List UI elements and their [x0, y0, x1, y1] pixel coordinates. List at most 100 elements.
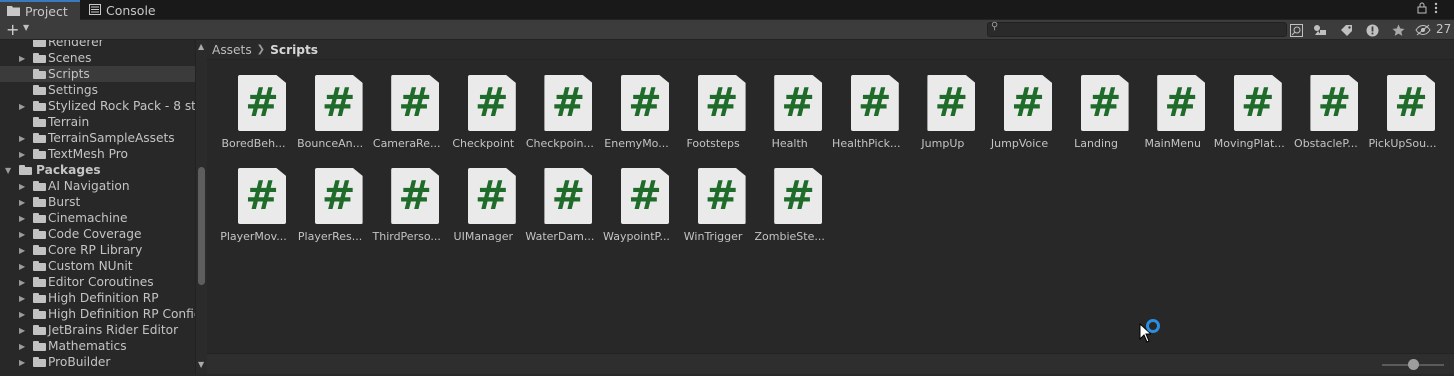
- tree-item-label: Burst: [48, 195, 81, 209]
- tree-item[interactable]: Renderer: [0, 40, 195, 50]
- collapse-arrow-icon[interactable]: ▶: [19, 342, 25, 351]
- tree-item[interactable]: ▶ Core RP Library: [0, 242, 195, 258]
- csharp-script-icon: #: [544, 75, 593, 131]
- tree-item[interactable]: Settings: [0, 82, 195, 98]
- asset-item[interactable]: # MovingPlat...: [1211, 60, 1288, 152]
- asset-item[interactable]: # JumpVoice: [981, 60, 1058, 152]
- csharp-script-icon: #: [697, 168, 746, 224]
- collapse-arrow-icon[interactable]: ▶: [19, 54, 25, 63]
- asset-item[interactable]: # UIManager: [445, 153, 522, 245]
- tree-item[interactable]: ▶ Mathematics: [0, 338, 195, 354]
- scroll-down-icon[interactable]: ▼: [198, 360, 204, 369]
- lock-icon[interactable]: [1417, 2, 1427, 17]
- asset-name: HealthPick...: [832, 137, 901, 150]
- folder-icon: [33, 69, 46, 79]
- collapse-arrow-icon[interactable]: ▶: [19, 262, 25, 271]
- csharp-script-icon: #: [850, 75, 899, 131]
- asset-item[interactable]: # MainMenu: [1134, 60, 1211, 152]
- asset-item[interactable]: # Checkpoint: [445, 60, 522, 152]
- tree-item[interactable]: ▶ Code Coverage: [0, 226, 195, 242]
- tree-item[interactable]: ▶ TextMesh Pro: [0, 146, 195, 162]
- collapse-arrow-icon[interactable]: ▶: [19, 102, 25, 111]
- folder-icon: [33, 213, 46, 223]
- asset-item[interactable]: # HealthPick...: [828, 60, 905, 152]
- csharp-script-icon: #: [467, 75, 516, 131]
- tree-item[interactable]: ▶ Custom NUnit: [0, 258, 195, 274]
- collapse-arrow-icon[interactable]: ▶: [19, 310, 25, 319]
- tree-item-label: Mathematics: [48, 339, 127, 353]
- folder-icon: [33, 197, 46, 207]
- search-input[interactable]: ⚲: [987, 21, 1287, 37]
- asset-item[interactable]: # Health: [751, 60, 828, 152]
- log-types-icon[interactable]: [1362, 21, 1382, 39]
- scroll-up-icon[interactable]: ▲: [198, 42, 204, 51]
- tree-item[interactable]: ▶ ProBuilder: [0, 354, 195, 370]
- collapse-arrow-icon[interactable]: ▶: [19, 294, 25, 303]
- tree-item[interactable]: ▶ Cinemachine: [0, 210, 195, 226]
- chevron-right-icon: ❯: [256, 44, 266, 55]
- asset-item[interactable]: # Checkpoin...: [521, 60, 598, 152]
- asset-item[interactable]: # PlayerRes...: [292, 153, 369, 245]
- favorite-star-icon[interactable]: [1388, 21, 1408, 39]
- asset-item[interactable]: # BoredBeh...: [215, 60, 292, 152]
- breadcrumb-assets[interactable]: Assets: [212, 43, 252, 57]
- tree-item-label: Editor Coroutines: [48, 275, 154, 289]
- breadcrumb-scripts[interactable]: Scripts: [270, 43, 318, 57]
- folder-icon: [33, 325, 46, 335]
- icon-size-slider-knob[interactable]: [1408, 359, 1419, 370]
- tree-item[interactable]: Terrain: [0, 114, 195, 130]
- asset-item[interactable]: # ThirdPerso...: [368, 153, 445, 245]
- tree-item[interactable]: ▶ AI Navigation: [0, 178, 195, 194]
- asset-item[interactable]: # PlayerMov...: [215, 153, 292, 245]
- tab-project[interactable]: Project: [0, 0, 80, 20]
- asset-item[interactable]: # CameraRe...: [368, 60, 445, 152]
- asset-item[interactable]: # WaypointP...: [598, 153, 675, 245]
- tree-item[interactable]: ▶ TerrainSampleAssets: [0, 130, 195, 146]
- chevron-down-icon[interactable]: ▼: [23, 23, 29, 32]
- asset-item[interactable]: # Footsteps: [675, 60, 752, 152]
- collapse-arrow-icon[interactable]: ▶: [19, 150, 25, 159]
- tree-item[interactable]: ▶ JetBrains Rider Editor: [0, 322, 195, 338]
- asset-item[interactable]: # WinTrigger: [675, 153, 752, 245]
- tree-item[interactable]: Scripts: [0, 66, 195, 82]
- collapse-arrow-icon[interactable]: ▶: [19, 214, 25, 223]
- scrollbar-thumb[interactable]: [198, 167, 205, 285]
- tree-item[interactable]: ▼ Packages: [0, 162, 195, 178]
- collapse-arrow-icon[interactable]: ▶: [19, 278, 25, 287]
- tree-item[interactable]: ▶ Editor Coroutines: [0, 274, 195, 290]
- collapse-arrow-icon[interactable]: ▶: [19, 230, 25, 239]
- collapse-arrow-icon[interactable]: ▶: [19, 326, 25, 335]
- tree-item[interactable]: ▶ High Definition RP: [0, 290, 195, 306]
- collapse-arrow-icon[interactable]: ▶: [19, 134, 25, 143]
- more-options-icon[interactable]: [1434, 2, 1438, 17]
- asset-item[interactable]: # Landing: [1058, 60, 1135, 152]
- search-by-type-icon[interactable]: [1286, 21, 1306, 39]
- asset-item[interactable]: # WaterDam...: [521, 153, 598, 245]
- tree-item-label: Scenes: [48, 51, 92, 65]
- collapse-arrow-icon[interactable]: ▶: [19, 246, 25, 255]
- asset-item[interactable]: # PickUpSou...: [1364, 60, 1441, 152]
- tree-item[interactable]: ▶ Stylized Rock Pack - 8 sty: [0, 98, 195, 114]
- filter-type-icon[interactable]: [1310, 21, 1330, 39]
- tree-item-label: ProBuilder: [48, 355, 111, 369]
- hidden-packages-icon[interactable]: [1412, 21, 1434, 39]
- asset-item[interactable]: # ZombieSte...: [751, 153, 828, 245]
- collapse-arrow-icon[interactable]: ▶: [19, 198, 25, 207]
- add-button[interactable]: +: [6, 21, 19, 39]
- collapse-arrow-icon[interactable]: ▶: [19, 182, 25, 191]
- asset-item[interactable]: # JumpUp: [904, 60, 981, 152]
- collapse-arrow-icon[interactable]: ▶: [19, 358, 25, 367]
- tree-item[interactable]: ▶ Scenes: [0, 50, 195, 66]
- tab-console[interactable]: Console: [82, 0, 162, 20]
- folder-icon: [19, 165, 32, 175]
- asset-item[interactable]: # BounceAn...: [292, 60, 369, 152]
- window-tab-bar: Project Console: [0, 0, 1454, 20]
- asset-item[interactable]: # EnemyMo...: [598, 60, 675, 152]
- tree-item[interactable]: ▶ High Definition RP Config: [0, 306, 195, 322]
- filter-label-icon[interactable]: [1336, 21, 1356, 39]
- tree-item[interactable]: ▶ Burst: [0, 194, 195, 210]
- tree-scrollbar[interactable]: ▲ ▼: [195, 40, 207, 374]
- asset-item[interactable]: # ObstacleP...: [1287, 60, 1364, 152]
- asset-name: WaterDam...: [525, 230, 595, 243]
- expand-arrow-icon[interactable]: ▼: [5, 166, 11, 175]
